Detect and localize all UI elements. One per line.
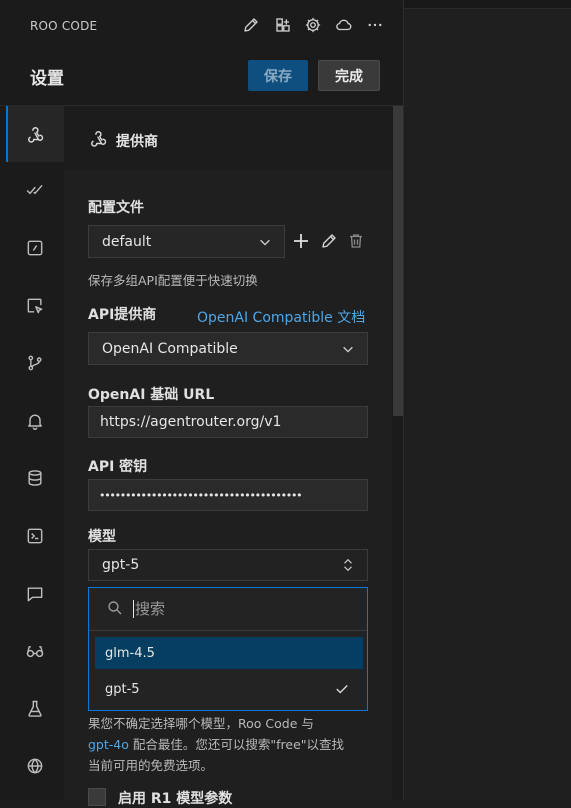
base-url-value: https://agentrouter.org/v1: [100, 414, 282, 430]
sidebar-item-language[interactable]: [6, 738, 64, 794]
sidebar-item-lab[interactable]: [6, 681, 64, 737]
roo-code-panel: ROO CODE 设置 保存 完成 提供商 配置文件 default 保存多组A…: [0, 0, 404, 807]
square-slash-icon: [27, 240, 43, 256]
chevron-up-down-icon: [344, 558, 352, 572]
search-icon: [108, 601, 122, 615]
check-check-icon: [26, 185, 43, 195]
model-dropdown: glm-4.5 gpt-5: [88, 587, 368, 711]
chevron-down-icon: [260, 239, 270, 246]
model-option-gpt-5[interactable]: gpt-5: [95, 673, 363, 705]
model-search-row: [89, 588, 367, 631]
model-hint-line1: 果您不确定选择哪个模型，Roo Code 与: [88, 716, 314, 731]
panel-header: ROO CODE: [0, 0, 403, 52]
model-hint-line3: 当前可用的免费选项。: [88, 758, 214, 773]
webhook-icon: [28, 127, 44, 143]
model-option-glm-4-5[interactable]: glm-4.5: [95, 637, 363, 669]
api-key-value: •••••••••••••••••••••••••••••••••••••••: [99, 488, 303, 502]
flask-icon: [28, 700, 42, 717]
sidebar-item-auto-approve[interactable]: [6, 162, 64, 218]
globe-icon: [27, 758, 43, 774]
app-title: ROO CODE: [30, 19, 98, 33]
database-icon: [28, 470, 42, 486]
gpt-4o-link[interactable]: gpt-4o: [88, 737, 129, 752]
base-url-input[interactable]: https://agentrouter.org/v1: [88, 406, 368, 438]
pointer-icon: [27, 298, 43, 314]
profile-value: default: [102, 233, 152, 250]
model-search-input[interactable]: [135, 596, 355, 622]
section-header: 提供商: [64, 106, 392, 170]
glasses-icon: [26, 646, 44, 658]
provider-docs-link[interactable]: OpenAI Compatible 文档: [197, 307, 365, 327]
terminal-icon: [27, 528, 43, 544]
sidebar-item-terminal[interactable]: [6, 508, 64, 564]
r1-params-label: 启用 R1 模型参数: [118, 791, 233, 807]
model-option-label: glm-4.5: [105, 645, 155, 661]
profile-label: 配置文件: [88, 200, 144, 216]
base-url-label: OpenAI 基础 URL: [88, 387, 215, 403]
extensions-icon[interactable]: [272, 14, 294, 36]
scrollbar-thumb[interactable]: [393, 106, 403, 416]
r1-params-checkbox[interactable]: [88, 788, 106, 806]
sidebar-item-experimental[interactable]: [6, 623, 64, 679]
editor-tabbar: [404, 0, 571, 9]
model-hint-line2: 配合最佳。您还可以搜索"free"以查找: [128, 737, 345, 752]
message-icon: [27, 587, 43, 602]
sidebar-item-database[interactable]: [6, 450, 64, 506]
editor-area: [404, 0, 571, 800]
bell-icon: [28, 414, 42, 430]
rename-profile-icon[interactable]: [320, 232, 338, 250]
profile-select[interactable]: default: [88, 225, 285, 258]
api-key-input[interactable]: •••••••••••••••••••••••••••••••••••••••: [88, 479, 368, 511]
api-provider-value: OpenAI Compatible: [102, 340, 238, 357]
api-provider-select[interactable]: OpenAI Compatible: [88, 332, 368, 365]
model-value: gpt-5: [102, 557, 140, 573]
done-button[interactable]: 完成: [318, 60, 380, 91]
cloud-icon[interactable]: [333, 14, 355, 36]
sidebar-item-context[interactable]: [6, 278, 64, 334]
delete-profile-icon[interactable]: [347, 232, 365, 250]
gear-icon[interactable]: [302, 14, 324, 36]
model-hint: 果您不确定选择哪个模型，Roo Code 与 gpt-4o 配合最佳。您还可以搜…: [88, 713, 388, 776]
check-icon: [336, 685, 348, 694]
section-title: 提供商: [116, 134, 158, 150]
webhook-icon: [91, 131, 107, 147]
edit-icon[interactable]: [240, 14, 262, 36]
sidebar-item-browser[interactable]: [6, 220, 64, 276]
sidebar-item-checkpoints[interactable]: [6, 335, 64, 391]
settings-title: 设置: [30, 69, 64, 89]
git-branch-icon: [28, 355, 42, 371]
text-cursor: [133, 600, 134, 618]
api-key-label: API 密钥: [88, 459, 148, 475]
model-option-label: gpt-5: [105, 681, 140, 697]
sidebar-item-prompts[interactable]: [6, 566, 64, 622]
model-select[interactable]: gpt-5: [88, 549, 368, 581]
profile-hint: 保存多组API配置便于快速切换: [88, 273, 258, 288]
model-label: 模型: [88, 529, 116, 545]
sidebar-item-providers[interactable]: [6, 106, 64, 162]
chevron-down-icon: [343, 346, 353, 353]
settings-sidebar: [6, 106, 64, 800]
save-button[interactable]: 保存: [248, 60, 308, 91]
add-profile-icon[interactable]: [291, 231, 311, 251]
api-provider-label: API提供商: [88, 307, 157, 323]
sidebar-item-notifications[interactable]: [6, 393, 64, 449]
more-icon[interactable]: [364, 14, 386, 36]
